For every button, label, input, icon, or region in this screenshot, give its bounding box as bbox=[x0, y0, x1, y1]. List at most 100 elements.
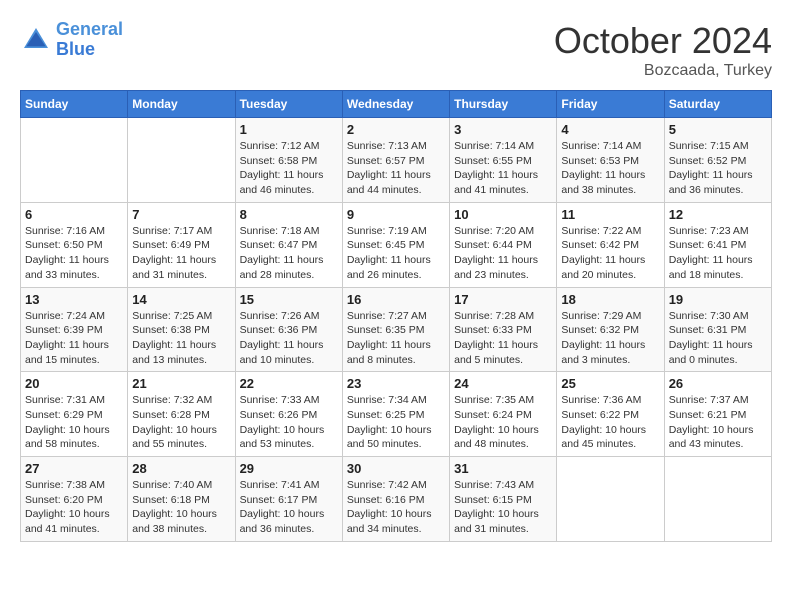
calendar-cell: 18 Sunrise: 7:29 AM Sunset: 6:32 PM Dayli… bbox=[557, 287, 664, 372]
day-number: 7 bbox=[132, 207, 230, 222]
logo-text: General Blue bbox=[56, 20, 123, 60]
calendar-cell: 17 Sunrise: 7:28 AM Sunset: 6:33 PM Dayli… bbox=[450, 287, 557, 372]
day-number: 15 bbox=[240, 292, 338, 307]
calendar-cell: 20Sunrise: 7:31 AM Sunset: 6:29 PM Dayli… bbox=[21, 372, 128, 457]
calendar-cell: 8 Sunrise: 7:18 AM Sunset: 6:47 PM Daylig… bbox=[235, 202, 342, 287]
calendar-week-3: 13 Sunrise: 7:24 AM Sunset: 6:39 PM Dayli… bbox=[21, 287, 772, 372]
calendar-cell: 7 Sunrise: 7:17 AM Sunset: 6:49 PM Daylig… bbox=[128, 202, 235, 287]
day-number: 10 bbox=[454, 207, 552, 222]
calendar-cell: 12Sunrise: 7:23 AM Sunset: 6:41 PM Dayli… bbox=[664, 202, 771, 287]
day-info: Sunrise: 7:24 AM Sunset: 6:39 PM Dayligh… bbox=[25, 309, 123, 368]
logo-icon bbox=[20, 24, 52, 56]
day-info: Sunrise: 7:12 AM Sunset: 6:58 PM Dayligh… bbox=[240, 139, 338, 198]
calendar-cell: 22Sunrise: 7:33 AM Sunset: 6:26 PM Dayli… bbox=[235, 372, 342, 457]
day-number: 30 bbox=[347, 461, 445, 476]
calendar-cell: 5 Sunrise: 7:15 AM Sunset: 6:52 PM Daylig… bbox=[664, 118, 771, 203]
calendar-cell: 2 Sunrise: 7:13 AM Sunset: 6:57 PM Daylig… bbox=[342, 118, 449, 203]
calendar-cell bbox=[128, 118, 235, 203]
day-number: 20 bbox=[25, 376, 123, 391]
day-info: Sunrise: 7:42 AM Sunset: 6:16 PM Dayligh… bbox=[347, 478, 445, 537]
calendar-cell: 30 Sunrise: 7:42 AM Sunset: 6:16 PM Dayli… bbox=[342, 457, 449, 542]
day-info: Sunrise: 7:38 AM Sunset: 6:20 PM Dayligh… bbox=[25, 478, 123, 537]
calendar-cell: 14 Sunrise: 7:25 AM Sunset: 6:38 PM Dayli… bbox=[128, 287, 235, 372]
day-info: Sunrise: 7:13 AM Sunset: 6:57 PM Dayligh… bbox=[347, 139, 445, 198]
day-number: 24 bbox=[454, 376, 552, 391]
day-info: Sunrise: 7:22 AM Sunset: 6:42 PM Dayligh… bbox=[561, 224, 659, 283]
page-header: General Blue October 2024 Bozcaada, Turk… bbox=[20, 20, 772, 80]
calendar-week-2: 6 Sunrise: 7:16 AM Sunset: 6:50 PM Daylig… bbox=[21, 202, 772, 287]
day-info: Sunrise: 7:17 AM Sunset: 6:49 PM Dayligh… bbox=[132, 224, 230, 283]
header-friday: Friday bbox=[557, 91, 664, 118]
calendar-cell: 1 Sunrise: 7:12 AM Sunset: 6:58 PM Daylig… bbox=[235, 118, 342, 203]
day-info: Sunrise: 7:34 AM Sunset: 6:25 PM Dayligh… bbox=[347, 393, 445, 452]
day-number: 5 bbox=[669, 122, 767, 137]
day-number: 29 bbox=[240, 461, 338, 476]
day-number: 12 bbox=[669, 207, 767, 222]
day-number: 18 bbox=[561, 292, 659, 307]
header-monday: Monday bbox=[128, 91, 235, 118]
day-info: Sunrise: 7:25 AM Sunset: 6:38 PM Dayligh… bbox=[132, 309, 230, 368]
day-info: Sunrise: 7:28 AM Sunset: 6:33 PM Dayligh… bbox=[454, 309, 552, 368]
day-number: 26 bbox=[669, 376, 767, 391]
day-info: Sunrise: 7:14 AM Sunset: 6:55 PM Dayligh… bbox=[454, 139, 552, 198]
calendar-header-row: SundayMondayTuesdayWednesdayThursdayFrid… bbox=[21, 91, 772, 118]
day-info: Sunrise: 7:41 AM Sunset: 6:17 PM Dayligh… bbox=[240, 478, 338, 537]
day-info: Sunrise: 7:19 AM Sunset: 6:45 PM Dayligh… bbox=[347, 224, 445, 283]
day-number: 13 bbox=[25, 292, 123, 307]
calendar-table: SundayMondayTuesdayWednesdayThursdayFrid… bbox=[20, 90, 772, 542]
calendar-week-1: 1 Sunrise: 7:12 AM Sunset: 6:58 PM Daylig… bbox=[21, 118, 772, 203]
calendar-cell bbox=[664, 457, 771, 542]
day-number: 21 bbox=[132, 376, 230, 391]
calendar-cell: 15 Sunrise: 7:26 AM Sunset: 6:36 PM Dayli… bbox=[235, 287, 342, 372]
day-number: 28 bbox=[132, 461, 230, 476]
calendar-cell bbox=[557, 457, 664, 542]
header-wednesday: Wednesday bbox=[342, 91, 449, 118]
day-info: Sunrise: 7:35 AM Sunset: 6:24 PM Dayligh… bbox=[454, 393, 552, 452]
title-block: October 2024 Bozcaada, Turkey bbox=[554, 20, 772, 80]
day-number: 3 bbox=[454, 122, 552, 137]
header-sunday: Sunday bbox=[21, 91, 128, 118]
day-number: 8 bbox=[240, 207, 338, 222]
day-number: 23 bbox=[347, 376, 445, 391]
calendar-cell: 31Sunrise: 7:43 AM Sunset: 6:15 PM Dayli… bbox=[450, 457, 557, 542]
day-number: 14 bbox=[132, 292, 230, 307]
day-info: Sunrise: 7:27 AM Sunset: 6:35 PM Dayligh… bbox=[347, 309, 445, 368]
day-number: 2 bbox=[347, 122, 445, 137]
calendar-cell bbox=[21, 118, 128, 203]
calendar-cell: 19Sunrise: 7:30 AM Sunset: 6:31 PM Dayli… bbox=[664, 287, 771, 372]
day-number: 4 bbox=[561, 122, 659, 137]
day-info: Sunrise: 7:26 AM Sunset: 6:36 PM Dayligh… bbox=[240, 309, 338, 368]
day-info: Sunrise: 7:16 AM Sunset: 6:50 PM Dayligh… bbox=[25, 224, 123, 283]
calendar-cell: 29 Sunrise: 7:41 AM Sunset: 6:17 PM Dayli… bbox=[235, 457, 342, 542]
logo: General Blue bbox=[20, 20, 123, 60]
calendar-cell: 28 Sunrise: 7:40 AM Sunset: 6:18 PM Dayli… bbox=[128, 457, 235, 542]
day-info: Sunrise: 7:14 AM Sunset: 6:53 PM Dayligh… bbox=[561, 139, 659, 198]
day-number: 6 bbox=[25, 207, 123, 222]
calendar-cell: 25Sunrise: 7:36 AM Sunset: 6:22 PM Dayli… bbox=[557, 372, 664, 457]
calendar-cell: 3 Sunrise: 7:14 AM Sunset: 6:55 PM Daylig… bbox=[450, 118, 557, 203]
day-info: Sunrise: 7:43 AM Sunset: 6:15 PM Dayligh… bbox=[454, 478, 552, 537]
day-number: 27 bbox=[25, 461, 123, 476]
day-info: Sunrise: 7:37 AM Sunset: 6:21 PM Dayligh… bbox=[669, 393, 767, 452]
day-number: 11 bbox=[561, 207, 659, 222]
day-number: 1 bbox=[240, 122, 338, 137]
day-info: Sunrise: 7:18 AM Sunset: 6:47 PM Dayligh… bbox=[240, 224, 338, 283]
calendar-cell: 27 Sunrise: 7:38 AM Sunset: 6:20 PM Dayli… bbox=[21, 457, 128, 542]
day-info: Sunrise: 7:32 AM Sunset: 6:28 PM Dayligh… bbox=[132, 393, 230, 452]
calendar-cell: 13 Sunrise: 7:24 AM Sunset: 6:39 PM Dayli… bbox=[21, 287, 128, 372]
day-number: 9 bbox=[347, 207, 445, 222]
calendar-cell: 23 Sunrise: 7:34 AM Sunset: 6:25 PM Dayli… bbox=[342, 372, 449, 457]
day-info: Sunrise: 7:40 AM Sunset: 6:18 PM Dayligh… bbox=[132, 478, 230, 537]
calendar-week-5: 27 Sunrise: 7:38 AM Sunset: 6:20 PM Dayli… bbox=[21, 457, 772, 542]
calendar-cell: 24 Sunrise: 7:35 AM Sunset: 6:24 PM Dayli… bbox=[450, 372, 557, 457]
day-number: 17 bbox=[454, 292, 552, 307]
day-info: Sunrise: 7:15 AM Sunset: 6:52 PM Dayligh… bbox=[669, 139, 767, 198]
header-thursday: Thursday bbox=[450, 91, 557, 118]
calendar-cell: 6 Sunrise: 7:16 AM Sunset: 6:50 PM Daylig… bbox=[21, 202, 128, 287]
calendar-cell: 11 Sunrise: 7:22 AM Sunset: 6:42 PM Dayli… bbox=[557, 202, 664, 287]
day-info: Sunrise: 7:30 AM Sunset: 6:31 PM Dayligh… bbox=[669, 309, 767, 368]
day-number: 25 bbox=[561, 376, 659, 391]
calendar-cell: 26 Sunrise: 7:37 AM Sunset: 6:21 PM Dayli… bbox=[664, 372, 771, 457]
day-info: Sunrise: 7:29 AM Sunset: 6:32 PM Dayligh… bbox=[561, 309, 659, 368]
day-number: 22 bbox=[240, 376, 338, 391]
